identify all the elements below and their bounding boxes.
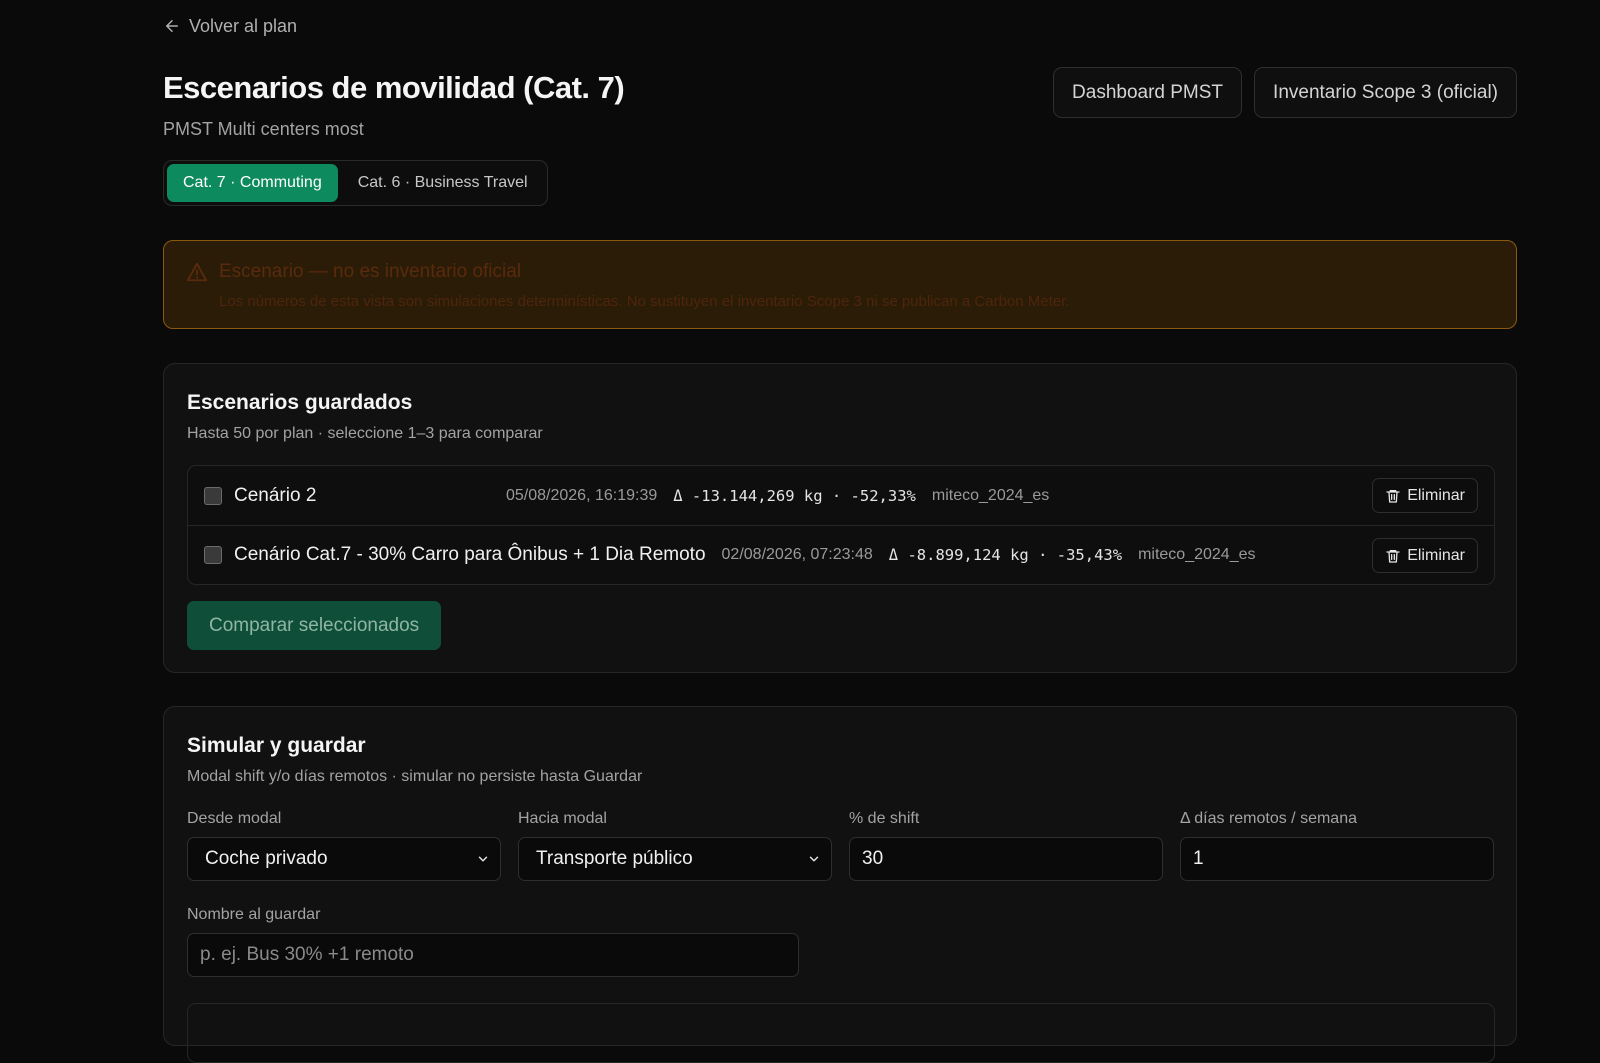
scenario-source: miteco_2024_es [1138, 546, 1256, 563]
trash-icon [1386, 549, 1400, 563]
from-modal-select[interactable]: Coche privado [187, 837, 501, 881]
scenario-date: 05/08/2026, 16:19:39 [506, 486, 658, 504]
compare-selected-button[interactable]: Comparar seleccionados [187, 601, 442, 650]
scenario-date: 02/08/2026, 07:23:48 [721, 546, 873, 563]
scenario-list: Cenário 2 05/08/2026, 16:19:39 Δ -13.144… [187, 465, 1495, 585]
chevron-down-icon [478, 856, 488, 862]
page-title: Escenarios de movilidad (Cat. 7) [163, 70, 625, 105]
trash-icon [1386, 489, 1400, 503]
scenario-name: Cenário 2 [234, 484, 317, 506]
shift-percent-value: 30 [862, 848, 884, 869]
simulate-save-card: Simular y guardar Modal shift y/o días r… [163, 706, 1517, 1063]
save-name-placeholder: p. ej. Bus 30% +1 remoto [200, 944, 414, 965]
to-modal-select[interactable]: Transporte público [518, 837, 832, 881]
scenario-checkbox[interactable] [204, 486, 222, 505]
delete-label: Eliminar [1407, 486, 1465, 504]
remote-days-value: 1 [1193, 848, 1204, 869]
simulation-result-panel [187, 1003, 1495, 1063]
scenario-row: Cenário Cat.7 - 30% Carro para Ônibus + … [188, 525, 1494, 584]
scenario-source: miteco_2024_es [931, 486, 1050, 504]
scenario-name: Cenário Cat.7 - 30% Carro para Ônibus + … [234, 544, 706, 565]
chevron-down-icon [809, 856, 819, 862]
saved-scenarios-description: Hasta 50 por plan · seleccione 1–3 para … [187, 425, 543, 442]
delete-label: Eliminar [1407, 546, 1465, 564]
shift-percent-label: % de shift [849, 810, 920, 827]
scenario-warning-banner: Escenario — no es inventario oficial Los… [163, 240, 1517, 329]
scenario-checkbox[interactable] [204, 546, 222, 564]
back-to-plan-link[interactable]: Volver al plan [163, 14, 297, 38]
save-name-input[interactable]: p. ej. Bus 30% +1 remoto [187, 933, 799, 977]
scenario-delta: Δ -8.899,124 kg · -35,43% [888, 546, 1123, 564]
simulate-description: Modal shift y/o días remotos · simular n… [187, 768, 643, 785]
warning-title: Escenario — no es inventario oficial [219, 261, 522, 282]
dashboard-pmst-button[interactable]: Dashboard PMST [1053, 67, 1243, 118]
delete-scenario-button[interactable]: Eliminar [1372, 538, 1478, 573]
to-modal-value: Transporte público [536, 848, 693, 869]
delete-scenario-button[interactable]: Eliminar [1372, 478, 1478, 513]
remote-days-label: Δ días remotos / semana [1180, 810, 1357, 827]
warning-triangle-icon [186, 262, 208, 282]
scenario-row: Cenário 2 05/08/2026, 16:19:39 Δ -13.144… [188, 466, 1494, 525]
tab-cat6-business-travel[interactable]: Cat. 6 · Business Travel [342, 164, 544, 202]
scenario-delta: Δ -13.144,269 kg · -52,33% [673, 486, 916, 505]
back-link-label: Volver al plan [189, 15, 298, 36]
arrow-left-icon [166, 20, 178, 32]
tab-cat7-commuting[interactable]: Cat. 7 · Commuting [167, 164, 338, 202]
from-modal-value: Coche privado [205, 848, 328, 869]
remote-days-input[interactable]: 1 [1180, 837, 1494, 881]
shift-percent-input[interactable]: 30 [849, 837, 1163, 881]
inventory-scope3-button[interactable]: Inventario Scope 3 (oficial) [1254, 67, 1517, 118]
from-modal-label: Desde modal [187, 810, 282, 827]
category-tabs: Cat. 7 · Commuting Cat. 6 · Business Tra… [163, 160, 548, 206]
warning-text: Los números de esta vista son simulacion… [219, 293, 1070, 310]
save-name-label: Nombre al guardar [187, 906, 321, 923]
saved-scenarios-card: Escenarios guardados Hasta 50 por plan ·… [163, 363, 1517, 673]
simulate-title: Simular y guardar [187, 734, 366, 757]
to-modal-label: Hacia modal [518, 810, 607, 827]
saved-scenarios-title: Escenarios guardados [187, 391, 413, 414]
page-subtitle: PMST Multi centers most [163, 119, 364, 139]
header-actions: Dashboard PMST Inventario Scope 3 (ofici… [1053, 67, 1517, 118]
